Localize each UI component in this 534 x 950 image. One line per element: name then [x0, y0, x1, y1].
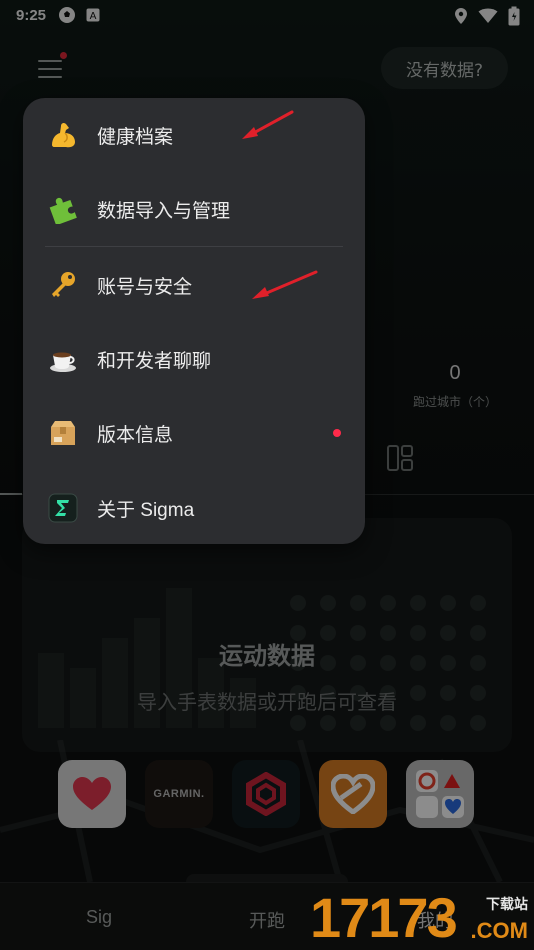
watermark-site-text: 下载站: [486, 897, 528, 913]
menu-item-health-profile[interactable]: 健康档案: [23, 100, 365, 170]
coffee-cup-icon: [48, 344, 78, 374]
update-notification-dot: [333, 429, 341, 437]
menu-divider: [45, 246, 343, 247]
package-box-icon: [48, 418, 78, 448]
puzzle-piece-icon: [48, 194, 78, 224]
menu-label-account-security: 账号与安全: [97, 275, 193, 298]
key-icon: [48, 270, 78, 300]
flexed-biceps-icon: [48, 120, 78, 150]
side-menu-popup: 健康档案 数据导入与管理 账号与安全 和开发者聊聊 版本信息 关于 Sigma: [23, 98, 365, 544]
menu-item-about-sigma[interactable]: 关于 Sigma: [23, 473, 365, 543]
menu-item-data-import[interactable]: 数据导入与管理: [23, 174, 365, 244]
annotation-arrow-top: [242, 110, 294, 139]
menu-label-version-info: 版本信息: [97, 423, 174, 446]
watermark-domain: .COM: [470, 918, 528, 943]
site-watermark: 17173 下载站 .COM: [310, 888, 534, 950]
sigma-logo-icon: [48, 493, 78, 523]
menu-label-about-sigma: 关于 Sigma: [97, 499, 195, 521]
watermark-number: 17173: [310, 886, 458, 949]
annotation-arrow-bottom: [252, 270, 318, 299]
menu-label-data-import: 数据导入与管理: [97, 199, 231, 222]
menu-item-chat-developer[interactable]: 和开发者聊聊: [23, 324, 365, 394]
menu-label-health-profile: 健康档案: [97, 125, 174, 148]
menu-label-chat-developer: 和开发者聊聊: [97, 349, 212, 372]
menu-item-version-info[interactable]: 版本信息: [23, 398, 365, 468]
